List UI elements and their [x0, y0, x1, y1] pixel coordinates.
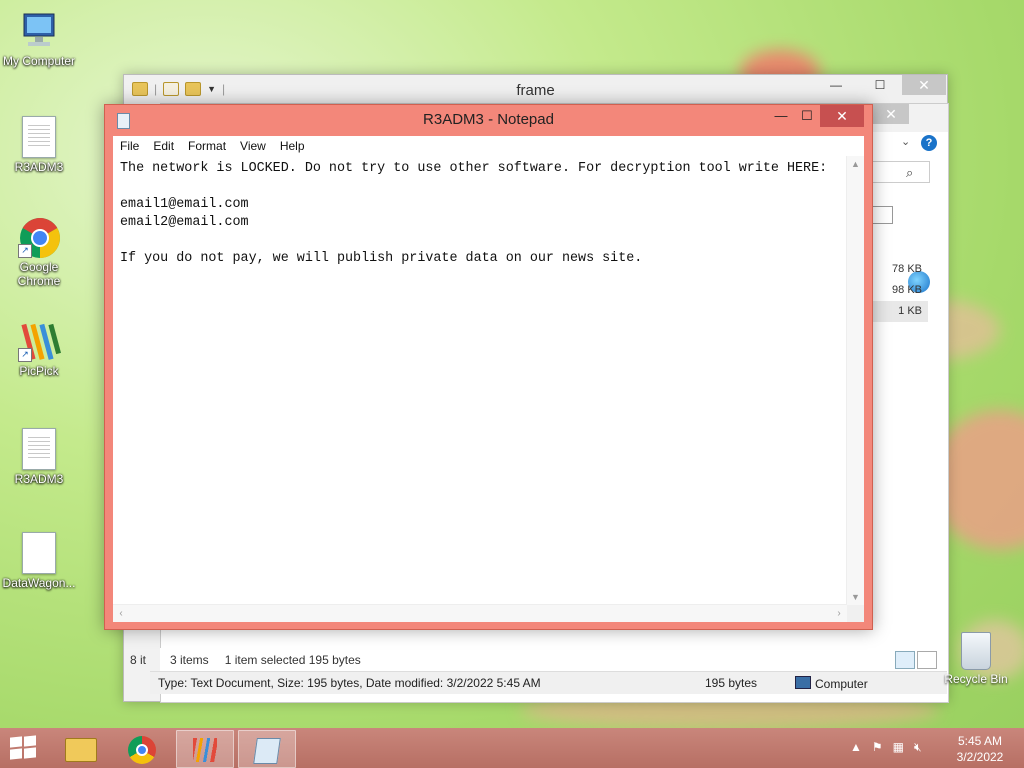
items-count: 3 items	[170, 653, 209, 667]
scroll-up-icon[interactable]: ▲	[847, 156, 864, 172]
notepad-content[interactable]: The network is LOCKED. Do not try to use…	[120, 160, 827, 268]
notepad-window-controls: — ☐ ✕	[768, 105, 864, 127]
clock-time: 5:45 AM	[957, 734, 1003, 748]
maximize-button[interactable]: ☐	[858, 75, 902, 95]
search-input[interactable]	[872, 161, 930, 183]
search-icon[interactable]: ⌕	[906, 165, 913, 181]
details-bar: Type: Text Document, Size: 195 bytes, Da…	[150, 671, 947, 694]
file-size-column: 78 KB 98 KB 1 KB	[872, 259, 928, 322]
notepad-title: R3ADM3 - Notepad	[423, 111, 554, 128]
close-button[interactable]: ✕	[820, 105, 864, 127]
clock-date: 3/2/2022	[956, 750, 1004, 764]
large-icons-view-icon[interactable]	[917, 651, 937, 669]
maximize-button[interactable]: ☐	[794, 105, 820, 127]
picpick-icon	[193, 738, 217, 762]
inner-window-controls: ✕	[873, 104, 909, 124]
windows-logo-icon	[24, 747, 36, 759]
nav-pane-item-count: 8 it	[130, 653, 147, 667]
desktop-icon-label: Recycle Bin	[944, 672, 1008, 686]
chrome-icon: ↗	[18, 216, 60, 258]
desktop-icon-label: PicPick	[19, 364, 59, 378]
network-icon[interactable]: ▦	[893, 740, 904, 755]
explorer-window-controls: — ☐ ✕	[814, 75, 946, 95]
text-file-icon	[18, 428, 60, 470]
scroll-down-icon[interactable]: ▼	[847, 589, 864, 605]
minimize-button[interactable]: —	[814, 75, 858, 95]
menu-edit[interactable]: Edit	[146, 139, 181, 153]
action-center-flag-icon[interactable]: ⚑	[872, 740, 883, 755]
desktop-icon-label: R3ADM3	[14, 160, 64, 174]
close-button[interactable]: ✕	[902, 75, 946, 95]
desktop-icon-picpick[interactable]: ↗ PicPick	[0, 320, 81, 378]
windows-logo-icon	[10, 736, 22, 748]
chrome-icon	[128, 736, 156, 764]
horizontal-scrollbar[interactable]: ‹ ›	[113, 604, 847, 622]
desktop-icon-google-chrome[interactable]: ↗ Google Chrome	[0, 216, 81, 288]
system-tray: ▲ ⚑ ▦ 🔇︎	[850, 740, 922, 755]
taskbar-file-explorer[interactable]	[52, 730, 108, 766]
computer-icon	[795, 676, 811, 689]
desktop-icon-label: My Computer	[2, 54, 76, 68]
blank-file-icon	[18, 532, 60, 574]
desktop-icon-r3adm3-2[interactable]: R3ADM3	[0, 428, 81, 486]
file-size[interactable]: 78 KB	[872, 259, 928, 280]
menu-file[interactable]: File	[113, 139, 146, 153]
windows-logo-icon	[10, 748, 22, 760]
vertical-scrollbar[interactable]: ▲ ▼	[846, 156, 864, 605]
taskbar-notepad[interactable]	[238, 730, 296, 768]
recycle-bin-icon	[961, 632, 991, 670]
notepad-icon	[253, 738, 281, 764]
details-location-label: Computer	[815, 677, 868, 691]
taskbar-chrome[interactable]	[114, 730, 170, 766]
explorer-status-bar: 3 items 1 item selected 195 bytes	[160, 648, 947, 672]
menu-format[interactable]: Format	[181, 139, 233, 153]
chevron-down-icon[interactable]: ⌄	[901, 135, 910, 148]
desktop-icon-datawagon[interactable]: DataWagon...	[0, 532, 81, 590]
desktop-icon-recycle-bin[interactable]: Recycle Bin	[936, 632, 1016, 686]
details-location: Computer	[795, 676, 868, 691]
file-size[interactable]: 1 KB	[872, 301, 928, 322]
menu-help[interactable]: Help	[273, 139, 312, 153]
notepad-menu-bar: File Edit Format View Help	[113, 136, 864, 157]
inner-close-button[interactable]: ✕	[873, 104, 909, 124]
start-button[interactable]	[10, 735, 38, 761]
desktop-icon-label: DataWagon...	[2, 576, 76, 590]
notepad-text-area[interactable]: The network is LOCKED. Do not try to use…	[113, 156, 864, 622]
volume-muted-icon[interactable]: 🔇︎	[914, 740, 922, 755]
notepad-window[interactable]: R3ADM3 - Notepad — ☐ ✕ File Edit Format …	[104, 104, 873, 630]
windows-logo-icon	[24, 735, 36, 747]
explorer-title-bar[interactable]: | ▼ | frame — ☐ ✕	[124, 75, 947, 105]
view-buttons	[895, 651, 937, 669]
shortcut-arrow-icon: ↗	[18, 244, 32, 258]
help-icon[interactable]: ?	[921, 135, 937, 151]
text-file-icon	[18, 116, 60, 158]
taskbar: ▲ ⚑ ▦ 🔇︎ 5:45 AM 3/2/2022	[0, 728, 1024, 768]
details-view-icon[interactable]	[895, 651, 915, 669]
desktop-icon-label: R3ADM3	[14, 472, 64, 486]
desktop-icon-label: Google Chrome	[17, 260, 61, 288]
picpick-icon: ↗	[18, 320, 62, 362]
chevron-up-icon[interactable]: ▲	[850, 740, 862, 755]
folder-icon	[65, 738, 97, 762]
desktop-icon-r3adm3[interactable]: R3ADM3	[0, 116, 81, 174]
selection-info: 1 item selected 195 bytes	[224, 653, 361, 667]
minimize-button[interactable]: —	[768, 105, 794, 127]
scroll-left-icon[interactable]: ‹	[113, 605, 129, 622]
resize-grip[interactable]	[847, 605, 864, 622]
details-text: Type: Text Document, Size: 195 bytes, Da…	[158, 676, 541, 690]
file-size[interactable]: 98 KB	[872, 280, 928, 301]
desktop-icon-my-computer[interactable]: My Computer	[0, 10, 81, 68]
details-size: 195 bytes	[705, 676, 758, 690]
computer-icon	[18, 10, 60, 52]
scroll-right-icon[interactable]: ›	[831, 605, 847, 622]
taskbar-clock[interactable]: 5:45 AM 3/2/2022	[950, 733, 1010, 765]
shortcut-arrow-icon: ↗	[18, 348, 32, 362]
taskbar-picpick[interactable]	[176, 730, 234, 768]
menu-view[interactable]: View	[233, 139, 273, 153]
